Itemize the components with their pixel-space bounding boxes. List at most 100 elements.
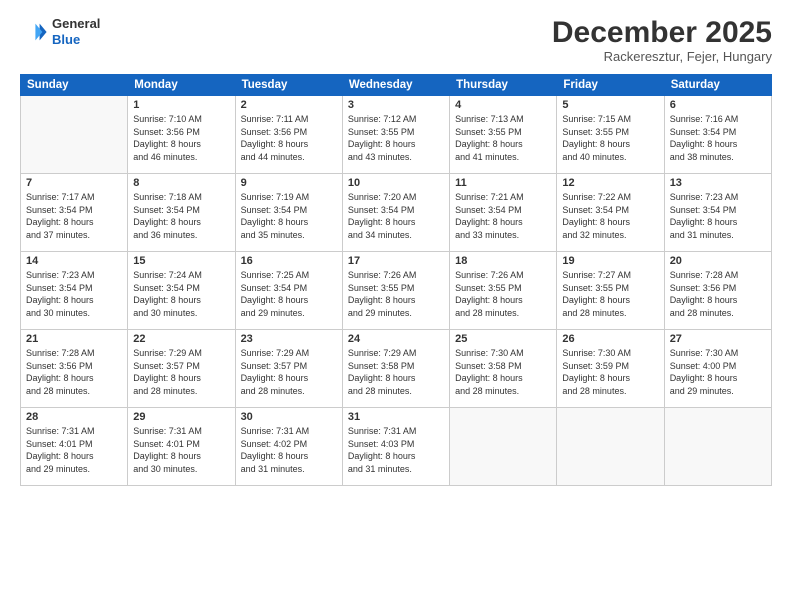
logo-text: General Blue — [52, 16, 100, 47]
day-info: Sunrise: 7:10 AM Sunset: 3:56 PM Dayligh… — [133, 113, 229, 163]
logo: General Blue — [20, 16, 100, 47]
day-info: Sunrise: 7:23 AM Sunset: 3:54 PM Dayligh… — [26, 269, 122, 319]
calendar-cell: 7Sunrise: 7:17 AM Sunset: 3:54 PM Daylig… — [21, 174, 128, 252]
day-info: Sunrise: 7:30 AM Sunset: 3:59 PM Dayligh… — [562, 347, 658, 397]
calendar-cell: 18 Sunrise: 7:26 AM Sunset: 3:55 PM Dayli… — [450, 252, 557, 330]
day-number: 10 — [348, 177, 444, 189]
day-number: 20 — [670, 255, 766, 267]
day-info: Sunrise: 7:31 AM Sunset: 4:01 PM Dayligh… — [26, 425, 122, 475]
calendar-cell: 20 Sunrise: 7:28 AM Sunset: 3:56 PM Dayli… — [664, 252, 771, 330]
calendar-cell: 4Sunrise: 7:13 AM Sunset: 3:55 PM Daylig… — [450, 96, 557, 174]
day-info: Sunrise: 7:31 AM Sunset: 4:01 PM Dayligh… — [133, 425, 229, 475]
day-number: 8 — [133, 177, 229, 189]
day-number: 24 — [348, 333, 444, 345]
day-info: Sunrise: 7:25 AM Sunset: 3:54 PM Dayligh… — [241, 269, 337, 319]
calendar-cell: 26 Sunrise: 7:30 AM Sunset: 3:59 PM Dayli… — [557, 330, 664, 408]
title-area: December 2025 Rackeresztur, Fejer, Hunga… — [552, 16, 772, 64]
day-info: Sunrise: 7:11 AM Sunset: 3:56 PM Dayligh… — [241, 113, 337, 163]
day-number: 29 — [133, 411, 229, 423]
day-number: 7 — [26, 177, 122, 189]
weekday-header-friday: Friday — [557, 75, 664, 96]
day-number: 3 — [348, 99, 444, 111]
calendar-cell: 5 Sunrise: 7:15 AM Sunset: 3:55 PM Daylig… — [557, 96, 664, 174]
calendar-cell — [557, 408, 664, 486]
calendar-week-1: 7Sunrise: 7:17 AM Sunset: 3:54 PM Daylig… — [21, 174, 772, 252]
calendar-cell: 24 Sunrise: 7:29 AM Sunset: 3:58 PM Dayli… — [342, 330, 449, 408]
day-info: Sunrise: 7:29 AM Sunset: 3:57 PM Dayligh… — [133, 347, 229, 397]
calendar-header: SundayMondayTuesdayWednesdayThursdayFrid… — [21, 75, 772, 96]
location-subtitle: Rackeresztur, Fejer, Hungary — [552, 49, 772, 64]
calendar-cell — [21, 96, 128, 174]
day-number: 19 — [562, 255, 658, 267]
day-number: 13 — [670, 177, 766, 189]
day-info: Sunrise: 7:12 AM Sunset: 3:55 PM Dayligh… — [348, 113, 444, 163]
calendar-cell — [450, 408, 557, 486]
day-number: 26 — [562, 333, 658, 345]
calendar-week-3: 21Sunrise: 7:28 AM Sunset: 3:56 PM Dayli… — [21, 330, 772, 408]
calendar-cell: 19 Sunrise: 7:27 AM Sunset: 3:55 PM Dayli… — [557, 252, 664, 330]
day-number: 28 — [26, 411, 122, 423]
day-info: Sunrise: 7:26 AM Sunset: 3:55 PM Dayligh… — [455, 269, 551, 319]
weekday-header-thursday: Thursday — [450, 75, 557, 96]
day-number: 25 — [455, 333, 551, 345]
day-info: Sunrise: 7:19 AM Sunset: 3:54 PM Dayligh… — [241, 191, 337, 241]
day-info: Sunrise: 7:24 AM Sunset: 3:54 PM Dayligh… — [133, 269, 229, 319]
weekday-header-saturday: Saturday — [664, 75, 771, 96]
day-info: Sunrise: 7:26 AM Sunset: 3:55 PM Dayligh… — [348, 269, 444, 319]
day-info: Sunrise: 7:31 AM Sunset: 4:02 PM Dayligh… — [241, 425, 337, 475]
day-number: 23 — [241, 333, 337, 345]
day-number: 31 — [348, 411, 444, 423]
day-info: Sunrise: 7:30 AM Sunset: 4:00 PM Dayligh… — [670, 347, 766, 397]
calendar-week-2: 14 Sunrise: 7:23 AM Sunset: 3:54 PM Dayli… — [21, 252, 772, 330]
day-info: Sunrise: 7:29 AM Sunset: 3:58 PM Dayligh… — [348, 347, 444, 397]
day-number: 30 — [241, 411, 337, 423]
day-info: Sunrise: 7:21 AM Sunset: 3:54 PM Dayligh… — [455, 191, 551, 241]
day-number: 16 — [241, 255, 337, 267]
weekday-row: SundayMondayTuesdayWednesdayThursdayFrid… — [21, 75, 772, 96]
calendar-table: SundayMondayTuesdayWednesdayThursdayFrid… — [20, 74, 772, 486]
calendar-cell — [664, 408, 771, 486]
day-info: Sunrise: 7:18 AM Sunset: 3:54 PM Dayligh… — [133, 191, 229, 241]
calendar-cell: 28 Sunrise: 7:31 AM Sunset: 4:01 PM Dayli… — [21, 408, 128, 486]
day-number: 17 — [348, 255, 444, 267]
day-info: Sunrise: 7:22 AM Sunset: 3:54 PM Dayligh… — [562, 191, 658, 241]
day-number: 6 — [670, 99, 766, 111]
calendar-cell: 14 Sunrise: 7:23 AM Sunset: 3:54 PM Dayli… — [21, 252, 128, 330]
calendar-cell: 21Sunrise: 7:28 AM Sunset: 3:56 PM Dayli… — [21, 330, 128, 408]
logo-general: General — [52, 16, 100, 32]
day-info: Sunrise: 7:31 AM Sunset: 4:03 PM Dayligh… — [348, 425, 444, 475]
month-title: December 2025 — [552, 16, 772, 49]
calendar-cell: 10 Sunrise: 7:20 AM Sunset: 3:54 PM Dayli… — [342, 174, 449, 252]
calendar-cell: 29 Sunrise: 7:31 AM Sunset: 4:01 PM Dayli… — [128, 408, 235, 486]
day-number: 22 — [133, 333, 229, 345]
weekday-header-monday: Monday — [128, 75, 235, 96]
calendar-cell: 30 Sunrise: 7:31 AM Sunset: 4:02 PM Dayli… — [235, 408, 342, 486]
weekday-header-tuesday: Tuesday — [235, 75, 342, 96]
calendar-body: 1 Sunrise: 7:10 AM Sunset: 3:56 PM Daylig… — [21, 96, 772, 486]
calendar-cell: 12Sunrise: 7:22 AM Sunset: 3:54 PM Dayli… — [557, 174, 664, 252]
day-info: Sunrise: 7:20 AM Sunset: 3:54 PM Dayligh… — [348, 191, 444, 241]
day-number: 11 — [455, 177, 551, 189]
day-info: Sunrise: 7:27 AM Sunset: 3:55 PM Dayligh… — [562, 269, 658, 319]
day-number: 1 — [133, 99, 229, 111]
calendar-cell: 8 Sunrise: 7:18 AM Sunset: 3:54 PM Daylig… — [128, 174, 235, 252]
calendar-cell: 2Sunrise: 7:11 AM Sunset: 3:56 PM Daylig… — [235, 96, 342, 174]
calendar-cell: 17 Sunrise: 7:26 AM Sunset: 3:55 PM Dayli… — [342, 252, 449, 330]
calendar-cell: 3 Sunrise: 7:12 AM Sunset: 3:55 PM Daylig… — [342, 96, 449, 174]
day-info: Sunrise: 7:13 AM Sunset: 3:55 PM Dayligh… — [455, 113, 551, 163]
calendar-cell: 6 Sunrise: 7:16 AM Sunset: 3:54 PM Daylig… — [664, 96, 771, 174]
calendar-cell: 11 Sunrise: 7:21 AM Sunset: 3:54 PM Dayli… — [450, 174, 557, 252]
logo-blue: Blue — [52, 32, 100, 48]
day-info: Sunrise: 7:28 AM Sunset: 3:56 PM Dayligh… — [670, 269, 766, 319]
day-info: Sunrise: 7:15 AM Sunset: 3:55 PM Dayligh… — [562, 113, 658, 163]
calendar-week-4: 28 Sunrise: 7:31 AM Sunset: 4:01 PM Dayli… — [21, 408, 772, 486]
day-info: Sunrise: 7:16 AM Sunset: 3:54 PM Dayligh… — [670, 113, 766, 163]
day-number: 5 — [562, 99, 658, 111]
day-number: 14 — [26, 255, 122, 267]
calendar-cell: 13Sunrise: 7:23 AM Sunset: 3:54 PM Dayli… — [664, 174, 771, 252]
calendar-cell: 27Sunrise: 7:30 AM Sunset: 4:00 PM Dayli… — [664, 330, 771, 408]
calendar-cell: 31 Sunrise: 7:31 AM Sunset: 4:03 PM Dayli… — [342, 408, 449, 486]
calendar-cell: 9Sunrise: 7:19 AM Sunset: 3:54 PM Daylig… — [235, 174, 342, 252]
day-info: Sunrise: 7:29 AM Sunset: 3:57 PM Dayligh… — [241, 347, 337, 397]
day-number: 18 — [455, 255, 551, 267]
